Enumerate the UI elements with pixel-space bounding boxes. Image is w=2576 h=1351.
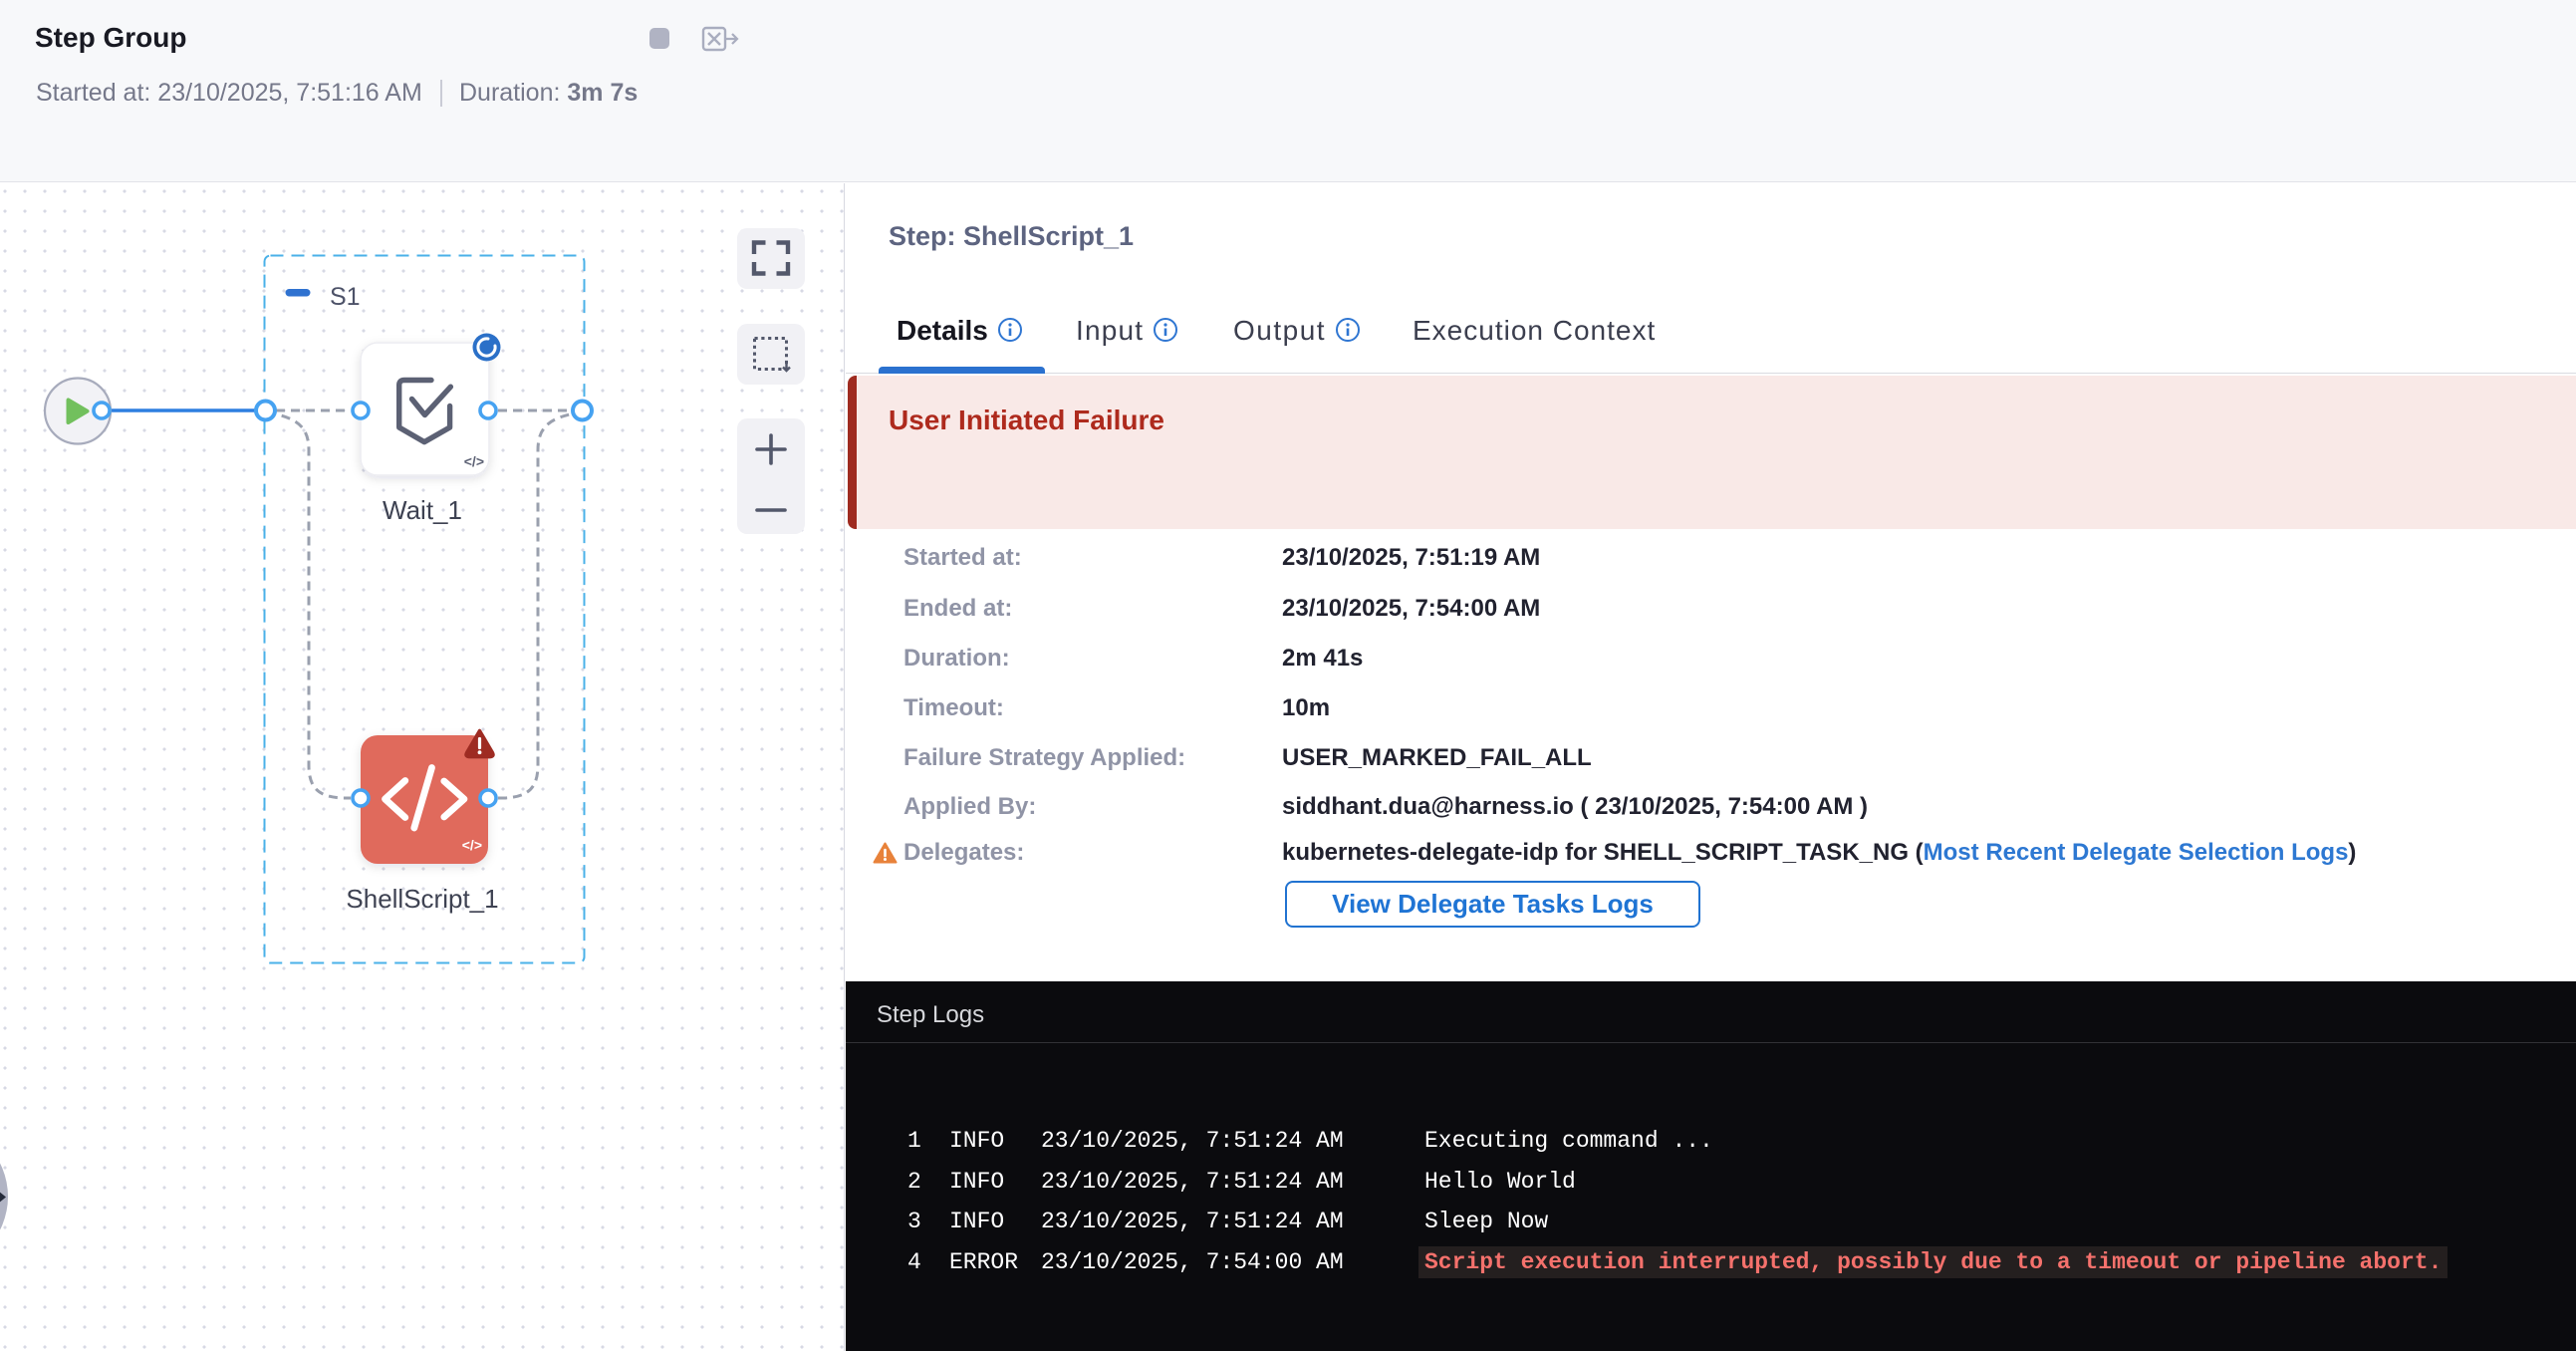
svg-text:Wait_1: Wait_1 — [383, 495, 462, 525]
svg-text:S1: S1 — [330, 283, 361, 311]
svg-text:</>: </> — [462, 837, 482, 853]
svg-text:ShellScript_1: ShellScript_1 — [346, 884, 498, 914]
svg-text:</>: </> — [464, 453, 484, 469]
